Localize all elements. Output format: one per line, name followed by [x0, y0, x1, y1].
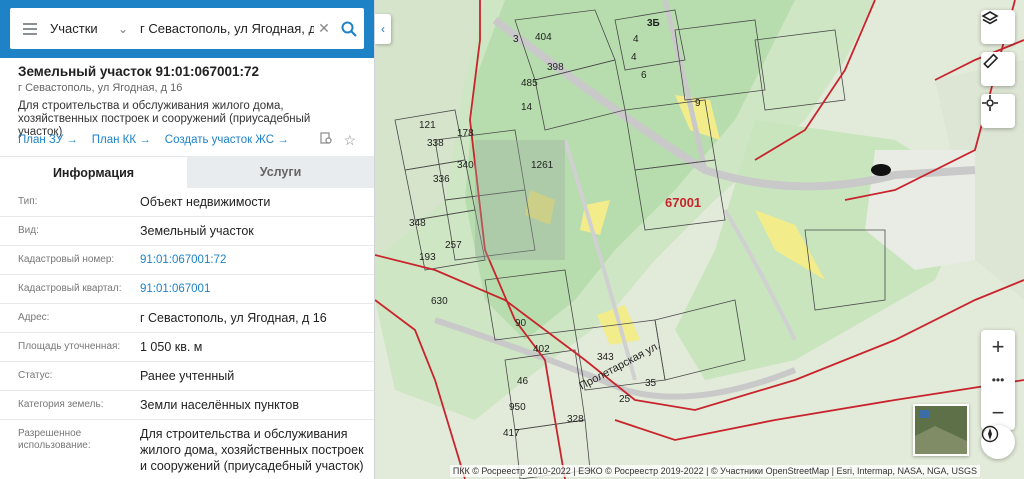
plot-number-label: 343 — [597, 352, 614, 363]
plot-number-label: 9 — [695, 98, 701, 109]
chevron-down-icon: ⌄ — [117, 21, 128, 36]
plot-number-label: 485 — [521, 78, 538, 89]
info-key: Адрес: — [18, 312, 50, 323]
collapse-panel-button[interactable]: ‹ — [375, 14, 391, 44]
info-key: Кадастровый квартал: — [18, 283, 122, 294]
search-box: Участки ⌄ г Севастополь, ул Ягодная, д 1… — [10, 8, 364, 49]
info-key: Площадь уточненная: — [18, 341, 121, 352]
plot-number-label: 90 — [515, 318, 527, 329]
plot-number-label: 348 — [409, 218, 426, 229]
plot-number-label: 4 — [633, 34, 639, 45]
info-table: Тип: Объект недвижимости Вид: Земельный … — [0, 188, 374, 474]
info-key: Разрешенное использование: — [18, 428, 91, 451]
info-row-type: Тип: Объект недвижимости — [0, 188, 374, 217]
compass-button[interactable] — [981, 425, 1015, 459]
basemap-thumbnail[interactable] — [913, 404, 969, 456]
info-key: Категория земель: — [18, 399, 104, 410]
info-row-permitted-use: Разрешенное использование: Для строитель… — [0, 420, 374, 474]
plot-number-label: 328 — [567, 414, 584, 425]
satellite-icon — [915, 406, 967, 454]
measure-button[interactable] — [981, 52, 1015, 86]
locate-button[interactable] — [981, 94, 1015, 128]
plot-number-label: 3 — [513, 34, 519, 45]
info-value: г Севастополь, ул Ягодная, д 16 — [140, 311, 327, 325]
plot-number-label: 404 — [535, 32, 552, 43]
plan-zu-link[interactable]: План ЗУ → — [18, 134, 78, 146]
layers-button[interactable] — [981, 10, 1015, 44]
plot-number-label: 338 — [427, 138, 444, 149]
plot-number-label: 46 — [517, 376, 529, 387]
plot-number-label: 178 — [457, 128, 474, 139]
search-button[interactable] — [334, 21, 364, 37]
info-row-cadastral-quarter: Кадастровый квартал: 91:01:067001 — [0, 275, 374, 304]
info-key: Тип: — [18, 196, 38, 207]
zoom-in-button[interactable]: + — [981, 330, 1015, 363]
plot-number-label: 257 — [445, 240, 462, 251]
search-icon — [341, 21, 357, 37]
map-attribution: ПКК © Росреестр 2010-2022 | ЕЭКО © Росре… — [449, 465, 980, 477]
info-value: Земельный участок — [140, 224, 254, 238]
info-value: Объект недвижимости — [140, 195, 271, 209]
info-key: Вид: — [18, 225, 39, 236]
search-doc-icon[interactable] — [320, 132, 333, 148]
info-row-area: Площадь уточненная: 1 050 кв. м — [0, 333, 374, 362]
search-input[interactable]: г Севастополь, ул Ягодная, д 1 — [134, 21, 314, 36]
info-value: Для строительства и обслуживания жилого … — [140, 427, 364, 473]
tab-information[interactable]: Информация — [0, 156, 187, 188]
plot-number-label: 35 — [645, 378, 657, 389]
crosshair-icon — [982, 95, 998, 111]
tab-bar: Информация Услуги — [0, 156, 374, 188]
plot-address: г Севастополь, ул Ягодная, д 16 — [18, 82, 183, 94]
star-icon[interactable]: ☆ — [343, 132, 356, 149]
ruler-icon — [983, 53, 999, 69]
cadastral-number-link[interactable]: 91:01:067001:72 — [140, 252, 374, 268]
info-row-kind: Вид: Земельный участок — [0, 217, 374, 246]
quarter-label: 67001 — [665, 195, 702, 210]
plot-description: Для строительства и обслуживания жилого … — [18, 100, 311, 138]
plot-number-label: 398 — [547, 62, 564, 73]
menu-button[interactable] — [10, 22, 50, 35]
app: 67001 Пролетарская ул. 3Б 4 6 9 3 404 39… — [0, 0, 1024, 479]
layers-icon — [981, 11, 999, 25]
plot-number-label: 121 — [419, 120, 436, 131]
info-key: Кадастровый номер: — [18, 254, 115, 265]
plot-number-label: 402 — [533, 344, 550, 355]
page-title: Земельный участок 91:01:067001:72 — [18, 64, 260, 79]
plan-kk-link[interactable]: План КК → — [92, 134, 151, 146]
plot-number-label: 630 — [431, 296, 448, 307]
plot-number-label: 25 — [619, 394, 631, 405]
more-options-button[interactable]: ••• — [981, 363, 1015, 396]
category-select[interactable]: Участки ⌄ — [50, 21, 134, 36]
plot-number-label: 4 — [631, 52, 637, 63]
create-plot-link[interactable]: Создать участок ЖС → — [165, 134, 289, 146]
compass-icon — [981, 425, 999, 443]
info-panel: Участки ⌄ г Севастополь, ул Ягодная, д 1… — [0, 0, 375, 479]
plot-number-label: 193 — [419, 252, 436, 263]
plot-number-label: 6 — [641, 70, 647, 81]
info-value: Земли населённых пунктов — [140, 398, 299, 412]
plot-number-label: 417 — [503, 428, 520, 439]
info-value: 1 050 кв. м — [140, 340, 203, 354]
plot-number-label: 14 — [521, 102, 533, 113]
info-row-address: Адрес: г Севастополь, ул Ягодная, д 16 — [0, 304, 374, 333]
search-bar: Участки ⌄ г Севастополь, ул Ягодная, д 1… — [0, 0, 374, 58]
plot-number-label: 340 — [457, 160, 474, 171]
plot-number-label: 3Б — [647, 18, 660, 29]
plot-number-label: 950 — [509, 402, 526, 413]
info-row-land-category: Категория земель: Земли населённых пункт… — [0, 391, 374, 420]
info-row-status: Статус: Ранее учтенный — [0, 362, 374, 391]
clear-icon[interactable]: ✕ — [314, 20, 334, 37]
category-select-value: Участки — [50, 21, 98, 36]
info-row-cadastral-number: Кадастровый номер: 91:01:067001:72 — [0, 246, 374, 275]
chevron-left-icon: ‹ — [381, 22, 385, 36]
zoom-controls: + ••• − — [981, 330, 1015, 430]
plot-number-label: 1261 — [531, 160, 554, 171]
info-key: Статус: — [18, 370, 53, 381]
map-view[interactable]: 67001 Пролетарская ул. 3Б 4 6 9 3 404 39… — [375, 0, 1024, 479]
plot-number-label: 336 — [433, 174, 450, 185]
tab-services[interactable]: Услуги — [187, 156, 374, 188]
cadastral-quarter-link[interactable]: 91:01:067001 — [140, 281, 374, 297]
info-value: Ранее учтенный — [140, 369, 235, 383]
